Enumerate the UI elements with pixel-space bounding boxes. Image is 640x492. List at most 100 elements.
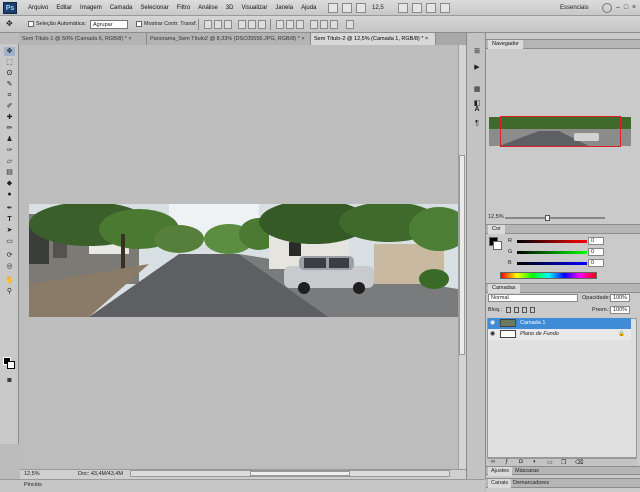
tab-sem-titulo-1[interactable]: Sem Título-1 @ 50% (Camada 6, RGB/8) * × xyxy=(19,33,147,45)
zoom-tool-icon[interactable]: ⚲ xyxy=(4,287,15,296)
gradient-tool-icon[interactable]: ▤ xyxy=(4,168,15,177)
distribute-top-icon[interactable] xyxy=(276,20,284,29)
eyedropper-tool-icon[interactable]: ✐ xyxy=(4,102,15,111)
arrange-icon[interactable] xyxy=(356,3,366,13)
paths-tab[interactable]: Demarcadores xyxy=(510,479,552,488)
crop-tool-icon[interactable]: ⌗ xyxy=(4,91,15,100)
pen-tool-icon[interactable]: ✒ xyxy=(4,204,15,213)
menu-camada[interactable]: Camada xyxy=(106,0,137,16)
layer-row[interactable]: ◉ Plano de Fundo 🔒 xyxy=(488,329,631,340)
lock-all-icon[interactable] xyxy=(530,307,535,313)
healing-tool-icon[interactable]: ✚ xyxy=(4,113,15,122)
fill-field[interactable]: 100% xyxy=(610,306,630,314)
lock-transparent-icon[interactable] xyxy=(506,307,511,313)
quick-mask-icon[interactable]: ◙ xyxy=(4,376,15,385)
align-left-icon[interactable] xyxy=(238,20,246,29)
eye-icon[interactable]: ◉ xyxy=(490,331,496,337)
rotate-view-icon[interactable] xyxy=(426,3,436,13)
channels-tab[interactable]: Canais xyxy=(488,479,512,488)
blend-mode-dropdown[interactable]: Normal xyxy=(488,294,578,302)
restore-button[interactable]: □ xyxy=(622,3,630,12)
bridge-icon[interactable] xyxy=(328,3,338,13)
character-panel-icon[interactable]: A xyxy=(472,105,482,115)
blur-tool-icon[interactable]: ◆ xyxy=(4,179,15,188)
shape-tool-icon[interactable]: ▭ xyxy=(4,237,15,246)
tab-close-icon[interactable]: × xyxy=(128,36,131,42)
auto-select-checkbox[interactable] xyxy=(28,21,34,27)
status-zoom[interactable]: 12,5% xyxy=(24,471,40,477)
zoom-icon[interactable] xyxy=(412,3,422,13)
menu-arquivo[interactable]: Arquivo xyxy=(24,0,52,16)
g-value[interactable]: 0 xyxy=(588,248,604,256)
path-select-tool-icon[interactable]: ➤ xyxy=(4,226,15,235)
quick-select-tool-icon[interactable]: ✎ xyxy=(4,80,15,89)
lock-position-icon[interactable] xyxy=(522,307,527,313)
tab-panorama[interactable]: Panorama_Sem Título2 @ 8,33% (DSC05556.J… xyxy=(147,33,311,45)
distribute-left-icon[interactable] xyxy=(310,20,318,29)
navigator-view-rectangle[interactable] xyxy=(500,116,621,147)
b-slider[interactable] xyxy=(517,262,587,265)
r-slider[interactable] xyxy=(517,240,587,243)
b-value[interactable]: 0 xyxy=(588,259,604,267)
link-layers-icon[interactable]: ∞ xyxy=(491,459,495,465)
menu-filtro[interactable]: Filtro xyxy=(173,0,194,16)
color-tab[interactable]: Cor xyxy=(488,225,505,234)
tab-sem-titulo-2[interactable]: Sem Título-2 @ 12,5% (Camada 1, RGB/8) *… xyxy=(311,33,436,45)
folder-icon[interactable]: ▭ xyxy=(547,459,553,466)
opacity-field[interactable]: 100% xyxy=(610,294,630,302)
eye-icon[interactable]: ◉ xyxy=(490,320,496,326)
transform-checkbox[interactable] xyxy=(136,21,142,27)
search-icon[interactable] xyxy=(602,3,612,13)
menu-ajuda[interactable]: Ajuda xyxy=(297,0,320,16)
brushes-panel-tab[interactable]: Pincéis xyxy=(24,482,42,488)
color-background-swatch[interactable] xyxy=(493,241,502,250)
fx-icon[interactable]: ƒ xyxy=(505,459,508,465)
align-bottom-icon[interactable] xyxy=(224,20,232,29)
navigator-tab[interactable]: Navegador xyxy=(488,40,523,49)
distribute-hcenter-icon[interactable] xyxy=(320,20,328,29)
zoom-level[interactable]: 12,5 xyxy=(372,3,384,13)
horizontal-scroll-thumb[interactable] xyxy=(250,471,350,476)
navigator-zoom-knob[interactable] xyxy=(545,215,550,221)
distribute-right-icon[interactable] xyxy=(330,20,338,29)
clone-stamp-tool-icon[interactable]: ♟ xyxy=(4,135,15,144)
move-tool-icon[interactable]: ✥ xyxy=(6,19,13,29)
align-vcenter-icon[interactable] xyxy=(214,20,222,29)
panorama-image[interactable] xyxy=(29,204,458,317)
background-color-swatch[interactable] xyxy=(7,361,15,369)
trash-icon[interactable]: ⌫ xyxy=(575,459,583,466)
align-right-icon[interactable] xyxy=(258,20,266,29)
menu-3d[interactable]: 3D xyxy=(222,0,238,16)
eraser-tool-icon[interactable]: ▱ xyxy=(4,157,15,166)
hand-tool-icon[interactable]: ✋ xyxy=(4,276,15,285)
menu-editar[interactable]: Editar xyxy=(52,0,76,16)
hand-icon[interactable] xyxy=(398,3,408,13)
history-brush-tool-icon[interactable]: ✑ xyxy=(4,146,15,155)
paragraph-panel-icon[interactable]: ¶ xyxy=(472,119,482,129)
menu-janela[interactable]: Janela xyxy=(271,0,297,16)
distribute-bottom-icon[interactable] xyxy=(296,20,304,29)
screen-mode-icon[interactable] xyxy=(342,3,352,13)
brush-tool-icon[interactable]: ✏ xyxy=(4,124,15,133)
menu-visualizar[interactable]: Visualizar xyxy=(237,0,271,16)
close-button[interactable]: × xyxy=(630,3,638,12)
auto-select-dropdown[interactable]: Agrupar xyxy=(90,20,128,29)
menu-analise[interactable]: Análise xyxy=(194,0,222,16)
g-slider[interactable] xyxy=(517,251,587,254)
align-hcenter-icon[interactable] xyxy=(248,20,256,29)
tab-close-icon[interactable]: × xyxy=(425,36,428,42)
auto-align-icon[interactable] xyxy=(346,20,354,29)
actions-panel-icon[interactable]: ▶ xyxy=(472,63,482,73)
adjustment-icon[interactable]: ◐ xyxy=(533,459,537,465)
marquee-tool-icon[interactable]: ⬚ xyxy=(4,58,15,67)
menu-imagem[interactable]: Imagem xyxy=(76,0,106,16)
3d-camera-tool-icon[interactable]: ◎ xyxy=(4,262,15,271)
lasso-tool-icon[interactable]: ʘ xyxy=(4,69,15,78)
align-top-icon[interactable] xyxy=(204,20,212,29)
layer-row[interactable]: ◉ Camada 1 xyxy=(488,318,631,329)
color-spectrum[interactable] xyxy=(500,272,597,279)
type-tool-icon[interactable]: T xyxy=(4,215,15,224)
menu-selecionar[interactable]: Selecionar xyxy=(136,0,172,16)
minimize-button[interactable]: – xyxy=(614,3,622,12)
lock-pixels-icon[interactable] xyxy=(514,307,519,313)
